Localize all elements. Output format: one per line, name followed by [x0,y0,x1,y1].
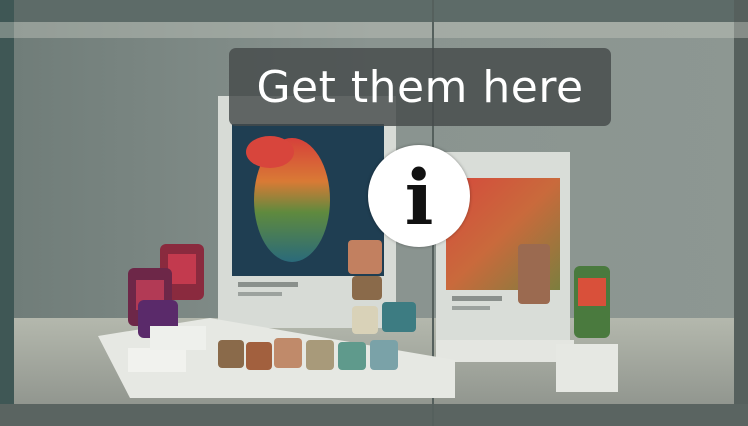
top-frame [0,0,748,22]
photo-scene: Get them here i [0,0,748,426]
tooltip-text: Get them here [256,61,584,113]
bottom-frame [0,404,748,426]
left-frame [0,0,14,426]
tooltip-banner[interactable]: Get them here [229,48,611,126]
right-poster-base [436,340,574,362]
right-frame [734,0,748,426]
info-button[interactable]: i [368,145,470,247]
info-icon: i [404,153,434,242]
